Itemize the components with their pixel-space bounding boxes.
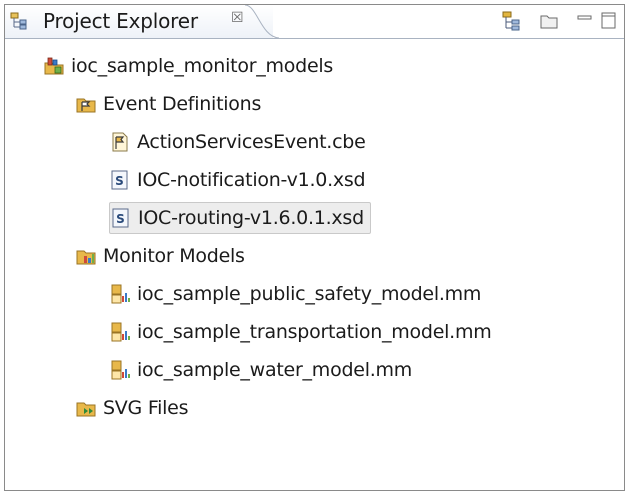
tree-node-project[interactable]: ioc_sample_monitor_models (43, 50, 333, 82)
tree-node-label: ActionServicesEvent.cbe (137, 131, 366, 153)
tree-node-label: ioc_sample_water_model.mm (137, 359, 413, 381)
project-explorer-icon (10, 12, 27, 30)
tree-node-event-definitions[interactable]: Event Definitions (75, 88, 261, 120)
maximize-icon[interactable] (598, 10, 620, 32)
cbe-file-icon (112, 132, 128, 152)
project-explorer-tab[interactable]: Project Explorer ☒ (5, 5, 273, 38)
minimize-icon[interactable] (574, 10, 596, 32)
view-title: Project Explorer (43, 9, 198, 33)
mm-file-icon (111, 360, 130, 380)
event-folder-icon (76, 98, 96, 113)
svg-folder-icon (76, 402, 96, 417)
link-with-editor-icon[interactable] (500, 10, 522, 32)
tree-node-monitor-models[interactable]: Monitor Models (75, 240, 245, 272)
tree-node-file[interactable]: ioc_sample_public_safety_model.mm (109, 278, 481, 310)
view-tab-bar: Project Explorer ☒ (5, 5, 624, 39)
svg-text:S: S (116, 212, 125, 226)
tree-node-label: Event Definitions (103, 93, 262, 115)
tree-node-file[interactable]: ioc_sample_water_model.mm (109, 354, 412, 386)
tree-node-label: IOC-notification-v1.0.xsd (137, 169, 366, 191)
xsd-file-icon: S (111, 170, 128, 190)
tree-node-label: Monitor Models (103, 245, 245, 267)
tree-node-file-selected[interactable]: S IOC-routing-v1.6.0.1.xsd (109, 202, 371, 234)
tree-node-label: SVG Files (103, 397, 189, 419)
project-tree: ioc_sample_monitor_models Event Definiti… (5, 39, 624, 490)
tree-node-label: ioc_sample_public_safety_model.mm (137, 283, 482, 305)
mm-file-icon (111, 284, 130, 304)
collapse-all-icon[interactable] (538, 10, 560, 32)
tree-node-file[interactable]: S IOC-notification-v1.0.xsd (109, 164, 366, 196)
close-tab-icon[interactable]: ☒ (231, 10, 244, 26)
monitor-project-icon (44, 57, 64, 75)
svg-text:S: S (115, 174, 124, 188)
mm-file-icon (111, 322, 130, 342)
tree-node-file[interactable]: ioc_sample_transportation_model.mm (109, 316, 492, 348)
tree-node-svg-files[interactable]: SVG Files (75, 392, 189, 424)
tree-node-label: IOC-routing-v1.6.0.1.xsd (138, 207, 364, 229)
tree-node-label: ioc_sample_transportation_model.mm (137, 321, 492, 343)
tab-edge (245, 5, 280, 39)
tree-node-label: ioc_sample_monitor_models (71, 55, 334, 77)
monitor-folder-icon (76, 250, 96, 265)
xsd-file-icon: S (112, 208, 129, 228)
tree-node-file[interactable]: ActionServicesEvent.cbe (109, 126, 366, 158)
project-explorer-view: Project Explorer ☒ ioc_sample_monitor_mo… (4, 4, 625, 491)
